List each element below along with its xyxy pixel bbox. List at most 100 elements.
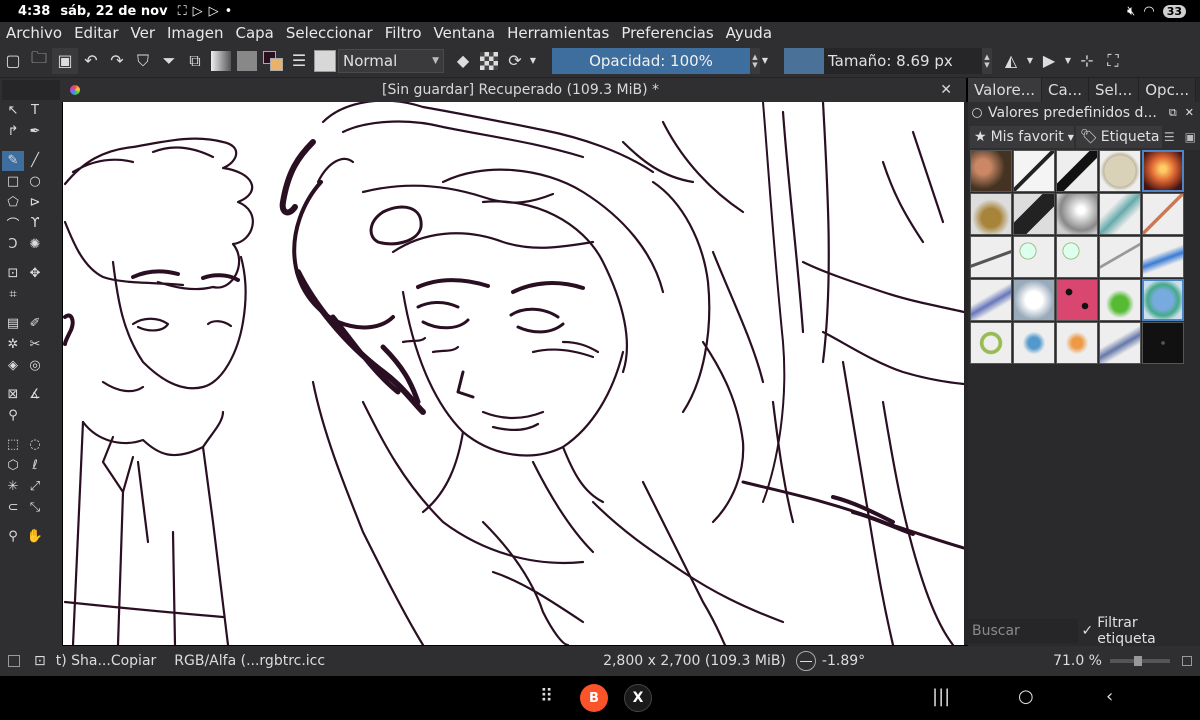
line-tool-icon[interactable]: ╱ <box>24 151 46 171</box>
dynamic-brush-icon[interactable]: Ͻ <box>2 235 24 255</box>
magnetic-select-icon[interactable]: ⤡ <box>24 498 46 518</box>
tag-button[interactable]: 🏷︎ Etiqueta <box>1076 126 1162 148</box>
menu-filtro[interactable]: Filtro <box>379 24 428 42</box>
menu-ayuda[interactable]: Ayuda <box>720 24 778 42</box>
freehand-path-icon[interactable]: ϒ <box>24 214 46 234</box>
back-icon[interactable]: ‹ <box>1106 686 1113 707</box>
zoom-slider[interactable] <box>1110 656 1170 666</box>
color-picker-icon[interactable]: ✐ <box>24 314 46 334</box>
brush-preset-pencil-lines[interactable] <box>1099 236 1141 278</box>
transform-tool-icon[interactable]: ⊡ <box>2 264 24 284</box>
brush-preset-ink-dry[interactable] <box>970 236 1012 278</box>
brush-preset-airbrush[interactable] <box>1099 193 1141 235</box>
brush-preset-text-t[interactable] <box>1013 236 1055 278</box>
menu-editar[interactable]: Editar <box>68 24 124 42</box>
recents-icon[interactable]: ||| <box>932 686 950 707</box>
new-document-icon[interactable]: ▢ <box>0 48 26 74</box>
close-icon[interactable]: ✕ <box>940 82 952 98</box>
filter-funnel-icon[interactable]: ⏷ <box>156 48 182 74</box>
undo-icon[interactable]: ↶ <box>78 48 104 74</box>
zoom-tool-icon[interactable]: ⚲ <box>2 527 24 547</box>
preset-search-input[interactable]: Buscar <box>968 619 1078 643</box>
chevron-down-icon[interactable]: ▼ <box>1062 48 1074 74</box>
brave-app-icon[interactable]: B <box>580 684 608 712</box>
reference-tool-icon[interactable]: ⚲ <box>2 406 24 426</box>
brush-preset-blur-white[interactable] <box>1013 279 1055 321</box>
wrap-around-icon[interactable]: ⊹ <box>1074 48 1100 74</box>
brush-preset-chem-flask[interactable] <box>1099 279 1141 321</box>
polygon-select-icon[interactable]: ⬡ <box>2 456 24 476</box>
brush-preset-stamp-ring[interactable] <box>970 322 1012 364</box>
brush-preset-blender-cone[interactable] <box>970 193 1012 235</box>
drawing-canvas[interactable] <box>63 102 964 645</box>
brush-preset-ink-fine[interactable] <box>1142 193 1184 235</box>
mirror-horizontal-icon[interactable]: ◭ <box>998 48 1024 74</box>
menu-imagen[interactable]: Imagen <box>161 24 229 42</box>
filter-tag-checkbox[interactable]: ✓ Filtrar etiqueta <box>1082 615 1200 647</box>
chevron-down-icon[interactable]: ▼ <box>528 48 538 74</box>
text-tool-icon[interactable]: T <box>24 101 46 121</box>
size-slider-fill[interactable] <box>784 47 824 74</box>
fill-tool-icon[interactable]: ◈ <box>2 356 24 376</box>
bezier-tool-icon[interactable]: ⌒ <box>2 214 24 234</box>
brush-preset-texture-paper[interactable] <box>1099 150 1141 192</box>
brush-preset-ink-pen[interactable] <box>1013 150 1055 192</box>
fg-bg-color-icon[interactable] <box>260 48 286 74</box>
bucket-icon[interactable]: ⛉ <box>130 48 156 74</box>
chevron-down-icon[interactable]: ▼ <box>760 48 770 74</box>
mirror-vertical-icon[interactable]: ▶ <box>1036 48 1062 74</box>
transform-icon[interactable]: ⧉ <box>182 48 208 74</box>
x-app-icon[interactable]: X <box>624 684 652 712</box>
size-spinner[interactable]: ▲ ▼ <box>982 47 992 74</box>
ellipse-select-icon[interactable]: ◌ <box>24 435 46 455</box>
rectangle-tool-icon[interactable]: □ <box>2 172 24 192</box>
contiguous-select-icon[interactable]: ✳ <box>2 477 24 497</box>
eraser-icon[interactable]: ◆ <box>450 48 476 74</box>
brush-preset-sparkle-dark[interactable] <box>1142 322 1184 364</box>
smart-patch-icon[interactable]: ✲ <box>2 335 24 355</box>
assistant-tool-icon[interactable]: ⊠ <box>2 385 24 405</box>
opacity-slider[interactable]: Opacidad: 100% <box>552 47 750 74</box>
select-shapes-icon[interactable]: ↖ <box>2 101 24 121</box>
app-drawer-icon[interactable]: ⠿ <box>540 686 553 707</box>
gradient-swatch-icon[interactable] <box>208 48 234 74</box>
multibrush-icon[interactable]: ✺ <box>24 235 46 255</box>
canvas-only-icon[interactable]: ⛶ <box>1100 48 1126 74</box>
brush-preset-smudge-soft[interactable] <box>1056 193 1098 235</box>
menu-capa[interactable]: Capa <box>229 24 279 42</box>
zoom-level[interactable]: 71.0 % <box>1053 653 1102 669</box>
brush-preset-paint-wet[interactable] <box>970 279 1012 321</box>
docker-float-icon[interactable] <box>972 108 982 118</box>
rotation-icon[interactable] <box>795 651 816 671</box>
brush-preset-pattern-stars[interactable] <box>1056 279 1098 321</box>
brush-preset-spray-dots[interactable] <box>1099 322 1141 364</box>
polygon-tool-icon[interactable]: ⬠ <box>2 193 24 213</box>
list-view-icon[interactable]: ☰ <box>1164 130 1175 144</box>
brush-preset-ink-brush[interactable] <box>1056 150 1098 192</box>
favorites-select[interactable]: ★ Mis favorit ▼ <box>970 126 1074 148</box>
ellipse-tool-icon[interactable]: ○ <box>24 172 46 192</box>
size-slider[interactable]: Tamaño: 8.69 px <box>824 47 982 74</box>
crop-tool-icon[interactable]: ⌗ <box>2 285 24 305</box>
calligraphy-icon[interactable]: ✒ <box>24 122 46 142</box>
brush-preset-text-s[interactable] <box>1056 236 1098 278</box>
move-tool-icon[interactable]: ✥ <box>24 264 46 284</box>
bezier-select-icon[interactable]: ⊂ <box>2 498 24 518</box>
pan-tool-icon[interactable]: ✋ <box>24 527 46 547</box>
chevron-down-icon[interactable]: ▼ <box>1024 48 1036 74</box>
document-tab[interactable]: [Sin guardar] Recuperado (109.3 MiB) * ✕ <box>62 78 966 102</box>
selection-display-icon[interactable] <box>8 655 20 667</box>
fullscreen-icon[interactable] <box>1182 656 1192 666</box>
float-window-icon[interactable]: ⧉ <box>1169 106 1177 120</box>
menu-archivo[interactable]: Archivo <box>0 24 68 42</box>
redo-icon[interactable]: ↷ <box>104 48 130 74</box>
reload-preset-icon[interactable]: ⟳ <box>502 48 528 74</box>
brush-preset-eraser-block[interactable] <box>1013 193 1055 235</box>
rect-select-icon[interactable]: ⬚ <box>2 435 24 455</box>
close-icon[interactable]: ✕ <box>1185 106 1194 120</box>
brush-preset-stamp-orange[interactable] <box>1056 322 1098 364</box>
home-icon[interactable]: ○ <box>1018 686 1034 707</box>
blend-mode-select[interactable]: Normal ▼ <box>338 48 444 73</box>
save-icon[interactable]: ▣ <box>52 47 78 74</box>
opacity-spinner[interactable]: ▲ ▼ <box>750 47 760 74</box>
